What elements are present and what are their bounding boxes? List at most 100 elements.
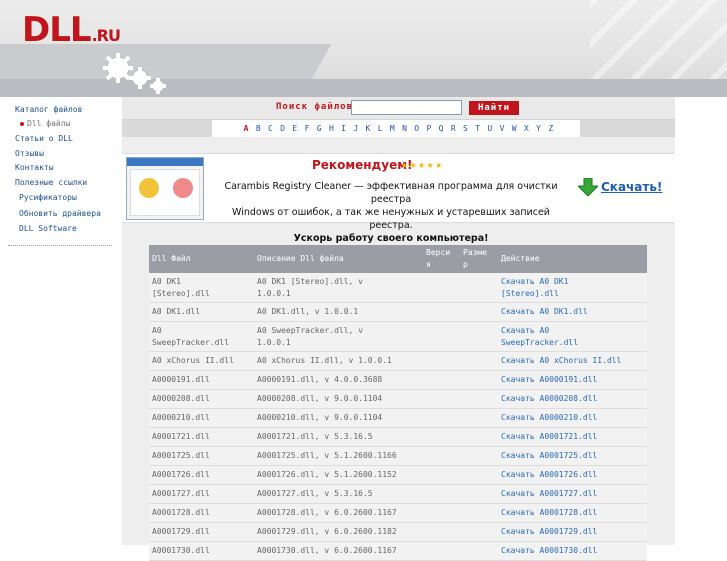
- download-file-link[interactable]: Скачать A0001727.dll: [501, 488, 597, 500]
- cell-file-name: A0 xChorus II.dll: [152, 356, 234, 365]
- site-header: DLL.RU: [0, 0, 727, 97]
- alphabet-letter-w[interactable]: W: [508, 122, 520, 135]
- cell-description: A0 DK1 [Stereo].dll, v 1.0.0.1: [257, 277, 363, 298]
- alphabet-letter-x[interactable]: X: [520, 122, 532, 135]
- cell-description: A0 xChorus II.dll, v 1.0.0.1: [257, 356, 392, 365]
- download-file-link[interactable]: Скачать A0001725.dll: [501, 450, 597, 462]
- table-header: Dll Файл Описание Dll файла Верси я Разме…: [149, 245, 647, 273]
- cell-description: A0000210.dll, v 9.0.0.1104: [257, 413, 383, 422]
- table-row: A0001725.dll A0001725.dll, v 5.1.2600.116…: [149, 447, 647, 466]
- alphabet-letter-l[interactable]: L: [374, 122, 386, 135]
- search-label: Поиск файлов:: [276, 102, 360, 112]
- thumb-circle-icon: [173, 178, 193, 198]
- col-header-action: Действие: [501, 254, 540, 263]
- download-file-link[interactable]: Скачать A0 DK1.dll: [501, 306, 588, 318]
- sidebar-item-catalog[interactable]: Каталог файлов: [15, 105, 82, 114]
- sidebar-item-label: Dll файлы: [27, 119, 71, 128]
- cell-file-name: A0001728.dll: [152, 508, 210, 517]
- col-header-file: Dll Файл: [152, 254, 191, 263]
- sidebar-item-dll-files[interactable]: Dll файлы: [20, 119, 70, 128]
- download-link[interactable]: Скачать!: [578, 178, 662, 196]
- alphabet-letter-c[interactable]: C: [264, 122, 276, 135]
- alphabet-letter-m[interactable]: M: [386, 122, 398, 135]
- alphabet-letter-p[interactable]: P: [423, 122, 435, 135]
- table-row: A0 DK1 [Stereo].dll A0 DK1 [Stereo].dll, v…: [149, 273, 647, 303]
- download-file-link[interactable]: Скачать A0001730.dll: [501, 545, 597, 557]
- alphabet-letter-b[interactable]: B: [252, 122, 264, 135]
- cell-description: A0001730.dll, v 6.0.2600.1167: [257, 546, 397, 555]
- alphabet-letter-o[interactable]: O: [411, 122, 423, 135]
- download-file-link[interactable]: Скачать A0 SweepTracker.dll: [501, 325, 578, 349]
- alphabet-letter-y[interactable]: Y: [533, 122, 545, 135]
- cell-description: A0001721.dll, v 5.3.16.5: [257, 432, 373, 441]
- alphabet-letter-v[interactable]: V: [496, 122, 508, 135]
- alphabet-letter-r[interactable]: R: [447, 122, 459, 135]
- star-icon: ★: [401, 158, 408, 171]
- cell-file-name: A0001727.dll: [152, 489, 210, 498]
- download-file-link[interactable]: Скачать A0 xChorus II.dll: [501, 355, 621, 367]
- alphabet-letter-e[interactable]: E: [289, 122, 301, 135]
- cell-description: A0 DK1.dll, v 1.0.0.1: [257, 307, 359, 316]
- download-file-link[interactable]: Скачать A0001728.dll: [501, 507, 597, 519]
- promo-line: Windows от ошибок, а так же ненужных и у…: [232, 207, 550, 231]
- alphabet-letter-a[interactable]: A: [240, 122, 252, 135]
- download-label: Скачать!: [601, 180, 663, 194]
- table-row: A0 xChorus II.dll A0 xChorus II.dll, v 1.…: [149, 352, 647, 371]
- sidebar-item-dll-software[interactable]: DLL Software: [19, 224, 77, 233]
- alphabet-letter-d[interactable]: D: [277, 122, 289, 135]
- download-file-link[interactable]: Скачать A0001726.dll: [501, 469, 597, 481]
- promo-title: Рекомендуем!: [312, 158, 413, 172]
- sidebar-item-links[interactable]: Полезные ссылки: [15, 178, 87, 187]
- table-row: A0000208.dll A0000208.dll, v 9.0.0.1104 Ск…: [149, 390, 647, 409]
- thumb-titlebar: Registry Cleaner: [127, 158, 203, 174]
- cell-file-name: A0 SweepTracker.dll: [152, 326, 230, 347]
- gears-icon: [103, 53, 166, 94]
- sidebar-item-articles[interactable]: Статьи о DLL: [15, 134, 73, 143]
- cell-file-name: A0001725.dll: [152, 451, 210, 460]
- download-file-link[interactable]: Скачать A0001729.dll: [501, 526, 597, 538]
- rating-stars: ★ ★ ★ ★ ★: [401, 159, 442, 170]
- sidebar-item-contacts[interactable]: Контакты: [15, 163, 54, 172]
- site-logo[interactable]: DLL.RU: [22, 10, 121, 50]
- alphabet-letter-u[interactable]: U: [484, 122, 496, 135]
- table-row: A0001729.dll A0001729.dll, v 6.0.2600.118…: [149, 523, 647, 542]
- bullet-icon: [20, 121, 24, 126]
- cell-description: A0001725.dll, v 5.1.2600.1166: [257, 451, 397, 460]
- alphabet-letter-k[interactable]: K: [362, 122, 374, 135]
- alphabet-letter-f[interactable]: F: [301, 122, 313, 135]
- alphabet-letter-j[interactable]: J: [350, 122, 362, 135]
- promo-line: Carambis Registry Cleaner — эффективная …: [224, 181, 558, 205]
- alphabet-letter-i[interactable]: I: [338, 122, 350, 135]
- sidebar-divider: [8, 245, 112, 246]
- promo-thumbnail[interactable]: Registry Cleaner: [126, 157, 204, 220]
- logo-tld: .RU: [91, 26, 121, 45]
- cell-description: A0000191.dll, v 4.0.0.3688: [257, 375, 383, 384]
- download-file-link[interactable]: Скачать A0001721.dll: [501, 431, 597, 443]
- col-header-description: Описание Dll файла: [257, 254, 344, 263]
- col-header-version: Верси я: [426, 248, 451, 269]
- star-icon: ★: [418, 158, 425, 171]
- alphabet-letter-q[interactable]: Q: [435, 122, 447, 135]
- sidebar-item-reviews[interactable]: Отзывы: [15, 149, 44, 158]
- search-input[interactable]: [351, 100, 462, 115]
- cell-file-name: A0 DK1.dll: [152, 307, 201, 316]
- cell-file-name: A0000191.dll: [152, 375, 210, 384]
- download-file-link[interactable]: Скачать A0000210.dll: [501, 412, 597, 424]
- sidebar-item-update-drivers[interactable]: Обновить драйвера: [19, 209, 101, 218]
- alphabet-letter-s[interactable]: S: [459, 122, 471, 135]
- cell-file-name: A0001721.dll: [152, 432, 210, 441]
- sidebar-item-rusifikatory[interactable]: Русификаторы: [19, 193, 77, 202]
- alphabet-letter-n[interactable]: N: [398, 122, 410, 135]
- search-button[interactable]: Найти: [469, 101, 519, 115]
- alphabet-letter-h[interactable]: H: [325, 122, 337, 135]
- download-file-link[interactable]: Скачать A0 DK1 [Stereo].dll: [501, 276, 568, 300]
- table-row: A0001726.dll A0001726.dll, v 5.1.2600.115…: [149, 466, 647, 485]
- alphabet-letter-t[interactable]: T: [472, 122, 484, 135]
- download-file-link[interactable]: Скачать A0000208.dll: [501, 393, 597, 405]
- table-row: A0 SweepTracker.dll A0 SweepTracker.dll, v…: [149, 322, 647, 352]
- cell-description: A0001727.dll, v 5.3.16.5: [257, 489, 373, 498]
- alphabet-letter-g[interactable]: G: [313, 122, 325, 135]
- alphabet-letter-z[interactable]: Z: [545, 122, 557, 135]
- table-body: A0 DK1 [Stereo].dll A0 DK1 [Stereo].dll, v…: [149, 273, 647, 561]
- download-file-link[interactable]: Скачать A0000191.dll: [501, 374, 597, 386]
